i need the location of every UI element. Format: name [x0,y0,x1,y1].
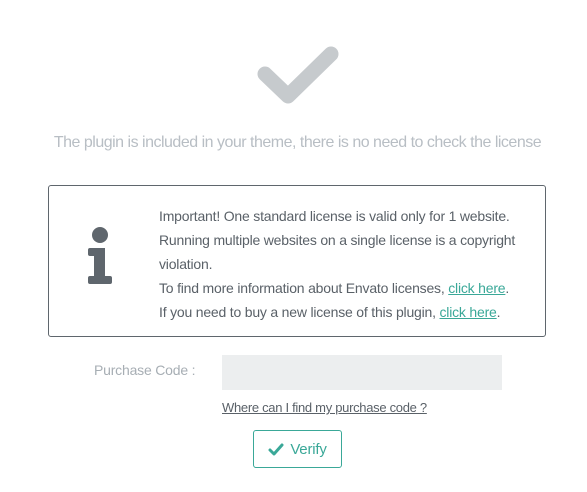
notice-line-text: To find more information about Envato li… [159,280,449,296]
checkmark-icon [257,46,339,104]
purchase-code-label: Purchase Code : [94,362,196,378]
find-purchase-code-link[interactable]: Where can I find my purchase code ? [222,400,427,415]
notice-line-end: . [505,280,510,296]
verify-button-label: Verify [290,440,327,458]
notice-line: violation. [159,256,213,272]
info-icon [88,227,112,284]
notice-line-licenses: To find more information about Envato li… [159,276,543,300]
status-message: The plugin is included in your theme, th… [53,134,542,151]
check-icon [268,443,284,455]
notice-line-buy: If you need to buy a new license of this… [159,300,543,324]
notice-line-text: If you need to buy a new license of this… [159,304,440,320]
license-page: The plugin is included in your theme, th… [0,0,587,492]
notice-text: Important! One standard license is valid… [159,204,543,324]
purchase-code-input[interactable] [222,355,502,390]
buy-license-link[interactable]: click here [440,304,497,320]
envato-licenses-link[interactable]: click here [448,280,505,296]
license-notice-box: Important! One standard license is valid… [48,185,546,337]
notice-line-end: . [496,304,501,320]
notice-line: Running multiple websites on a single li… [159,232,516,248]
notice-line: Important! One standard license is valid… [159,208,510,224]
verify-button[interactable]: Verify [253,430,342,468]
